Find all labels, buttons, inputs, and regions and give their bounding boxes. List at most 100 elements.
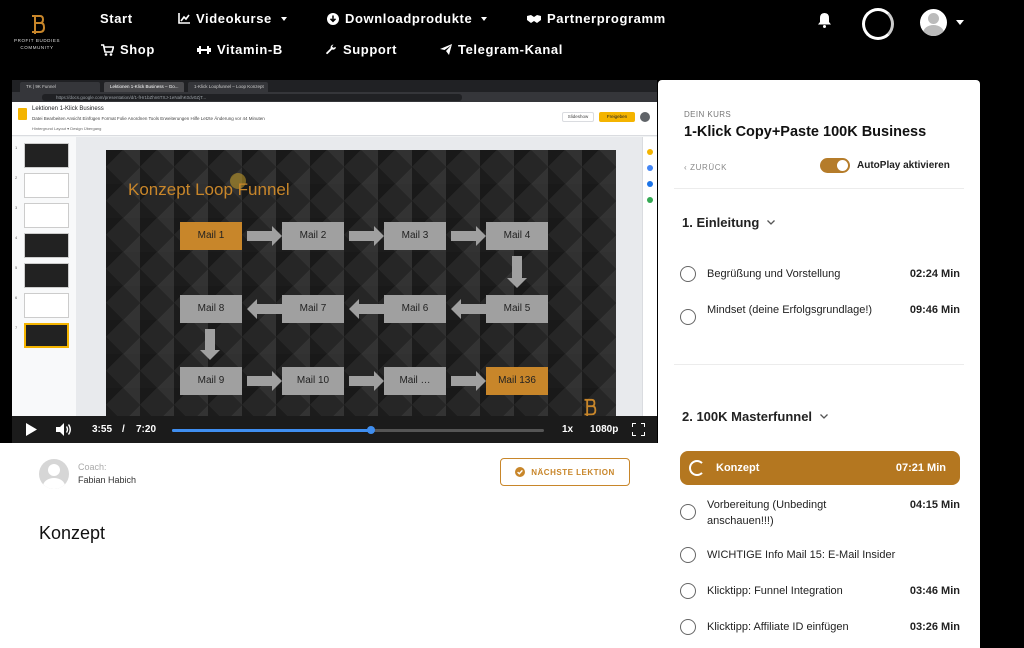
lesson-item[interactable]: Klicktipp: Funnel Integration 03:46 Min xyxy=(680,583,960,599)
slide-thumbnail xyxy=(24,263,69,288)
chevron-down-icon xyxy=(481,16,488,21)
volume-icon[interactable] xyxy=(56,422,72,437)
progress-ring[interactable] xyxy=(862,8,894,40)
slide-content: Konzept Loop Funnel Mail 1 Mail 2 Mail 3… xyxy=(106,150,616,424)
nav-partnerprogramm[interactable]: Partnerprogramm xyxy=(527,11,666,26)
slide-thumbnail xyxy=(24,293,69,318)
lesson-duration: 03:26 Min xyxy=(909,621,960,633)
browser-tab: TK | 9K Funnel xyxy=(20,82,100,92)
nav-vitamin-b[interactable]: Vitamin-B xyxy=(197,42,283,57)
progress-knob[interactable] xyxy=(366,426,375,434)
lesson-item-active[interactable]: Konzept 07:21 Min xyxy=(680,451,960,485)
contacts-icon xyxy=(647,181,653,187)
coach-avatar xyxy=(39,459,69,489)
lesson-title: Mindset (deine Erfolgsgrundlage!) xyxy=(707,304,873,316)
coach-name: Fabian Habich xyxy=(78,475,137,485)
slides-doc-icon xyxy=(18,108,27,120)
slide-filmstrip: 1 2 3 4 5 6 7 xyxy=(12,137,76,417)
play-icon[interactable] xyxy=(25,423,37,436)
mail-box: Mail 6 xyxy=(384,295,446,323)
lesson-item[interactable]: Klicktipp: Affiliate ID einfügen 03:26 M… xyxy=(680,619,960,635)
divider xyxy=(674,364,964,365)
autoplay-toggle[interactable] xyxy=(820,158,850,173)
video-player[interactable]: TK | 9K Funnel Lektionen 1-Klick Busines… xyxy=(12,80,657,443)
time-separator: / xyxy=(122,424,125,435)
nav-start[interactable]: Start xyxy=(100,11,133,26)
course-label: DEIN KURS xyxy=(684,110,732,119)
browser-tab: Lektionen 1-Klick Business – Go... xyxy=(104,82,184,92)
mail-box: Mail 4 xyxy=(486,222,548,250)
lesson-item[interactable]: Begrüßung und Vorstellung 02:24 Min xyxy=(680,266,960,282)
lesson-item[interactable]: Mindset (deine Erfolgsgrundlage!) 09:46 … xyxy=(680,302,960,325)
chevron-down-icon xyxy=(280,16,287,21)
slide-thumbnail-selected xyxy=(24,323,69,348)
divider xyxy=(674,188,964,189)
progress-bar[interactable] xyxy=(172,426,544,434)
mail-box: Mail 5 xyxy=(486,295,548,323)
share-button: Freigeben xyxy=(599,112,635,122)
paper-plane-icon xyxy=(440,44,452,55)
chevron-left-icon: ‹ xyxy=(684,163,688,172)
lesson-title: Klicktipp: Affiliate ID einfügen xyxy=(707,621,849,633)
slides-side-rail xyxy=(642,137,657,417)
section-header[interactable]: 1. Einleitung xyxy=(682,215,776,230)
lesson-item[interactable]: Vorbereitung (Unbedingt anschauen!!!) 04… xyxy=(680,497,960,529)
top-navigation: PROFIT BUDDIES COMMUNITY Start Videokurs… xyxy=(0,0,1024,72)
nav-shop[interactable]: Shop xyxy=(101,42,155,57)
lesson-title: Klicktipp: Funnel Integration xyxy=(707,585,843,597)
course-title: 1-Klick Copy+Paste 100K Business xyxy=(684,124,927,140)
download-icon xyxy=(327,12,339,25)
check-circle-icon xyxy=(515,467,526,477)
tasks-icon xyxy=(647,165,653,171)
section-header[interactable]: 2. 100K Masterfunnel xyxy=(682,409,829,424)
lesson-duration: 04:15 Min xyxy=(909,499,960,511)
url-text: https://docs.google.com/presentation/d/1… xyxy=(42,93,462,101)
avatar[interactable] xyxy=(920,9,947,36)
nav-support[interactable]: Support xyxy=(325,42,397,57)
thumb-number: 1 xyxy=(15,145,18,150)
slides-header: Lektionen 1-Klick Business Datei Bearbei… xyxy=(12,102,657,136)
slide-thumbnail xyxy=(24,203,69,228)
nav-downloadprodukte[interactable]: Downloadprodukte xyxy=(327,11,488,26)
mail-box: Mail 9 xyxy=(180,367,242,395)
back-link[interactable]: ‹ ZURÜCK xyxy=(684,163,727,172)
mail-box: Mail … xyxy=(384,367,446,395)
logo-subtext: COMMUNITY xyxy=(20,45,54,50)
thumb-number: 7 xyxy=(15,325,18,330)
quality-button[interactable]: 1080p xyxy=(590,424,618,435)
handshake-icon xyxy=(527,14,541,23)
mail-box: Mail 1 xyxy=(180,222,242,250)
nav-telegram[interactable]: Telegram-Kanal xyxy=(440,42,563,57)
slide-thumbnail xyxy=(24,173,69,198)
logo-watermark-icon xyxy=(584,398,597,417)
autoplay-label: AutoPlay aktivieren xyxy=(857,160,950,171)
fullscreen-icon[interactable] xyxy=(632,423,645,436)
chevron-down-icon[interactable] xyxy=(956,20,964,25)
thumb-number: 3 xyxy=(15,205,18,210)
chevron-down-icon xyxy=(767,220,776,225)
slides-toolbar: Hintergrund Layout ▾ Design Übergang xyxy=(32,126,102,131)
slide-thumbnail xyxy=(24,233,69,258)
lesson-status-radio xyxy=(680,547,696,563)
next-lesson-button[interactable]: NÄCHSTE LEKTION xyxy=(500,458,630,486)
mail-box: Mail 10 xyxy=(282,367,344,395)
lesson-title: WICHTIGE Info Mail 15: E-Mail Insider xyxy=(707,549,896,561)
mail-box: Mail 3 xyxy=(384,222,446,250)
current-time: 3:55 xyxy=(92,424,113,435)
keep-icon xyxy=(647,149,653,155)
loading-spinner-icon xyxy=(689,460,705,476)
thumb-number: 4 xyxy=(15,235,18,240)
speed-button[interactable]: 1x xyxy=(562,424,573,435)
lesson-status-radio xyxy=(680,309,696,325)
wrench-icon xyxy=(326,44,336,54)
logo[interactable]: PROFIT BUDDIES COMMUNITY xyxy=(14,14,60,50)
mail-box: Mail 8 xyxy=(180,295,242,323)
course-panel: DEIN KURS 1-Klick Copy+Paste 100K Busine… xyxy=(658,80,980,648)
browser-url-bar: https://docs.google.com/presentation/d/1… xyxy=(12,92,657,102)
bell-icon[interactable] xyxy=(817,12,832,28)
nav-videokurse[interactable]: Videokurse xyxy=(178,11,287,26)
mail-box: Mail 7 xyxy=(282,295,344,323)
chevron-down-icon xyxy=(820,414,829,419)
lesson-item[interactable]: WICHTIGE Info Mail 15: E-Mail Insider xyxy=(680,547,960,563)
lesson-status-radio xyxy=(680,583,696,599)
